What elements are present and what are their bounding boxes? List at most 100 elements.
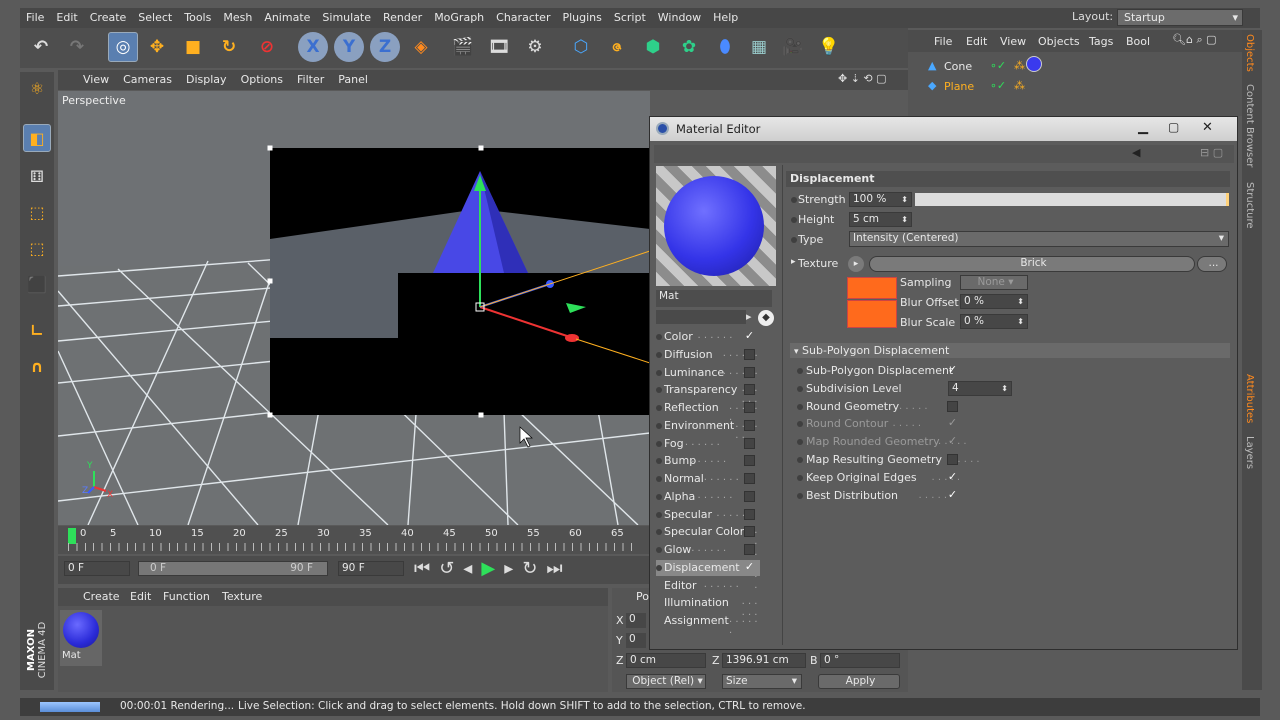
material-preview[interactable]: [656, 166, 776, 286]
material-swatch[interactable]: Mat: [60, 610, 102, 666]
coord-x-field[interactable]: 0 cm: [626, 613, 646, 628]
polygons-mode-icon[interactable]: ⬛: [23, 270, 51, 298]
matmgr-menu-create[interactable]: Create: [83, 590, 120, 603]
blur-offset-field[interactable]: 0 % ⬍: [960, 294, 1028, 309]
subdivision-surface-icon[interactable]: ⬢: [638, 32, 668, 62]
menu-render[interactable]: Render: [377, 8, 428, 28]
texture-button[interactable]: Brick: [869, 256, 1195, 272]
tab-content-browser[interactable]: Content Browser: [1244, 84, 1255, 167]
menu-select[interactable]: Select: [132, 8, 178, 28]
channel-item[interactable]: Alpha . . . . . .: [656, 489, 760, 505]
objmgr-menu-objects[interactable]: Objects: [1038, 35, 1080, 48]
phong-tag-icon[interactable]: ⁂: [1014, 79, 1025, 92]
scale-icon[interactable]: ■: [178, 32, 208, 62]
array-icon[interactable]: ✿: [674, 32, 704, 62]
channel-checkbox[interactable]: ✓: [744, 330, 755, 342]
expand-arrow-icon[interactable]: ▸: [791, 257, 796, 267]
timeline-playhead[interactable]: [68, 528, 76, 544]
channel-checkbox[interactable]: [744, 366, 755, 378]
menu-edit[interactable]: Edit: [50, 8, 83, 28]
anim-dot[interactable]: [791, 237, 797, 243]
move-icon[interactable]: ✥: [142, 32, 172, 62]
texture-thumb[interactable]: [847, 300, 897, 328]
back-arrow-icon[interactable]: ◀: [1132, 146, 1140, 159]
matmgr-menu-edit[interactable]: Edit: [130, 590, 151, 603]
preview-size-bar[interactable]: [656, 310, 746, 324]
preview-options-icon[interactable]: ◆: [758, 310, 774, 326]
channel-checkbox[interactable]: [744, 402, 755, 413]
channel-checkbox[interactable]: [744, 473, 755, 484]
prev-frame-icon[interactable]: ◂: [463, 558, 481, 579]
menu-simulate[interactable]: Simulate: [316, 8, 377, 28]
texture-arrow-icon[interactable]: ▸: [848, 256, 864, 272]
phong-tag-icon[interactable]: ⁂: [1014, 59, 1025, 72]
range-slider[interactable]: 0 F 90 F: [138, 561, 328, 576]
blur-scale-field[interactable]: 0 % ⬍: [960, 314, 1028, 329]
tab-objects[interactable]: Objects: [1244, 34, 1255, 72]
points-mode-icon[interactable]: ⬚: [23, 198, 51, 226]
viewport-menu-cameras[interactable]: Cameras: [116, 70, 179, 90]
subpoly-checkbox[interactable]: ✓: [947, 489, 958, 501]
floor-icon[interactable]: ▦: [744, 32, 774, 62]
channel-item[interactable]: Transparency . . . . . .: [656, 382, 760, 405]
workplane-icon[interactable]: ∟: [23, 316, 51, 344]
objmgr-menu-edit[interactable]: Edit: [966, 35, 987, 48]
snap-icon[interactable]: ∩: [23, 352, 51, 380]
anim-dot[interactable]: [797, 457, 803, 463]
channel-checkbox[interactable]: [744, 526, 755, 538]
type-select[interactable]: Intensity (Centered) ▾: [849, 231, 1229, 247]
close-icon[interactable]: ✕: [1202, 120, 1213, 135]
deformer-icon[interactable]: ⬮: [710, 32, 740, 62]
next-frame-icon[interactable]: ▸: [504, 558, 522, 579]
channel-checkbox[interactable]: [744, 384, 755, 396]
next-key-icon[interactable]: ↻: [522, 558, 546, 579]
menu-help[interactable]: Help: [707, 8, 744, 28]
channel-item[interactable]: Specular Color . . . . . .: [656, 524, 760, 591]
minimize-icon[interactable]: ▁: [1138, 120, 1148, 135]
model-mode-icon[interactable]: ◧: [23, 124, 51, 152]
matmgr-menu-texture[interactable]: Texture: [222, 590, 262, 603]
subpoly-group-header[interactable]: ▾ Sub-Polygon Displacement: [790, 343, 1230, 358]
rotate-icon[interactable]: ↻: [214, 32, 244, 62]
channel-checkbox[interactable]: [744, 348, 755, 360]
objmgr-menu-bool[interactable]: Bool: [1126, 35, 1150, 48]
viewport-menu-display[interactable]: Display: [179, 70, 234, 90]
viewport-nav-icons[interactable]: ✥ ⇣ ⟲ ▢: [838, 72, 887, 85]
viewport-menu-view[interactable]: View: [76, 70, 116, 90]
anim-dot[interactable]: [791, 197, 797, 203]
channel-item[interactable]: Normal . . . . . .: [656, 471, 760, 487]
coords-tab[interactable]: Po: [636, 590, 649, 603]
size-z-field[interactable]: 1396.91 cm: [722, 653, 806, 668]
anim-dot[interactable]: [797, 385, 803, 392]
subpoly-checkbox[interactable]: ✓: [947, 471, 958, 483]
current-frame-field[interactable]: 0 F: [64, 561, 130, 576]
channel-checkbox[interactable]: [744, 455, 755, 467]
render-settings-icon[interactable]: ⚙: [520, 32, 550, 62]
anim-dot[interactable]: [797, 368, 803, 374]
objmgr-menu-file[interactable]: File: [934, 35, 952, 48]
anim-dot[interactable]: [797, 421, 803, 428]
goto-end-icon[interactable]: ⏭: [546, 558, 571, 579]
coord-z-field[interactable]: 0 cm: [626, 653, 706, 668]
perspective-viewport[interactable]: Perspective Y Z X: [58, 91, 650, 525]
redo-icon[interactable]: ↷: [62, 32, 92, 62]
render-picture-viewer-icon[interactable]: 🎞: [484, 32, 514, 62]
tab-attributes[interactable]: Attributes: [1244, 374, 1255, 423]
subpoly-checkbox[interactable]: [947, 454, 958, 465]
channel-item[interactable]: Displacement ✓: [656, 559, 760, 576]
visibility-icon[interactable]: ∘✓: [990, 59, 1006, 72]
texture-mode-icon[interactable]: ⚅: [23, 162, 51, 190]
channel-item[interactable]: Reflection . . . . . .: [656, 400, 760, 423]
channel-checkbox[interactable]: ✓: [744, 561, 755, 573]
strength-field[interactable]: 100 % ⬍: [849, 192, 912, 207]
spline-icon[interactable]: ဇ: [602, 32, 632, 62]
subdivision-level-field[interactable]: 4 ⬍: [948, 380, 1012, 396]
goto-start-icon[interactable]: ⏮: [414, 558, 439, 579]
rot-b-field[interactable]: 0 °: [820, 653, 900, 668]
channel-item[interactable]: Environment . . . . . .: [656, 418, 760, 441]
menu-animate[interactable]: Animate: [258, 8, 316, 28]
channel-item[interactable]: Glow . . . . . .: [656, 542, 760, 558]
viewport-menu-filter[interactable]: Filter: [290, 70, 331, 90]
camera-icon[interactable]: 🎥: [778, 32, 808, 62]
matmgr-menu-function[interactable]: Function: [163, 590, 210, 603]
